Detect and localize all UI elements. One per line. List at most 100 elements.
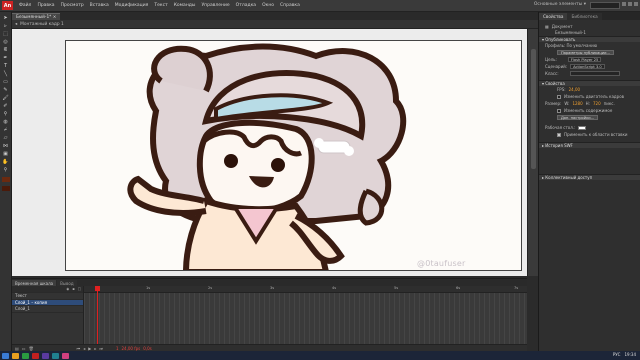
maximize-icon[interactable] [628, 2, 632, 6]
3d-rotation-icon[interactable]: ◎ [2, 39, 10, 45]
brush-tool-icon[interactable]: 🖌 [2, 95, 10, 101]
script-dropdown[interactable]: ActionScript 3.0 [570, 64, 605, 69]
app-icon[interactable] [42, 352, 49, 359]
apply-pasteboard-label: Применить к области вставки [564, 132, 628, 137]
camera-icon[interactable]: ▣ [2, 151, 10, 157]
os-taskbar: РУС 19:34 [0, 351, 640, 360]
menu-file[interactable]: Файл [16, 3, 34, 8]
hand-tool-icon[interactable]: ✋ [2, 159, 10, 165]
layer-name: Текст [15, 293, 27, 299]
scene-bar: ◂ Монтажный кадр 1 [12, 20, 538, 29]
fps-label: FPS: [557, 87, 566, 92]
menu-modify[interactable]: Модификация [112, 3, 152, 8]
size-row: Размер: W: 1280 H: 720 пикс. [539, 100, 640, 107]
script-row: Сценарий: ActionScript 3.0 [539, 63, 640, 70]
shared-access-header[interactable]: ▸ Коллективный доступ [539, 174, 640, 180]
explorer-icon[interactable] [12, 352, 19, 359]
width-tool-icon[interactable]: ⋈ [2, 143, 10, 149]
playhead[interactable] [97, 286, 98, 344]
apply-pasteboard-checkbox[interactable] [557, 132, 561, 137]
character-drawing [127, 43, 407, 270]
pen-tool-icon[interactable]: ✒ [2, 55, 10, 61]
tick-label: 7s [514, 286, 519, 290]
scrollbar-thumb[interactable] [531, 49, 536, 169]
selection-tool-icon[interactable]: ➤ [2, 15, 10, 21]
scale-content-checkbox[interactable] [557, 108, 561, 113]
menu-edit[interactable]: Правка [34, 3, 57, 8]
stage-canvas[interactable]: @0taufuser [65, 40, 522, 271]
menu-debug[interactable]: Отладка [233, 3, 259, 8]
tab-library[interactable]: Библиотека [567, 13, 602, 20]
close-icon[interactable] [634, 2, 638, 6]
search-input[interactable] [590, 2, 620, 9]
eye-icon[interactable]: ◉ [66, 287, 69, 291]
clock[interactable]: 19:34 [624, 352, 636, 357]
advanced-settings-button[interactable]: Доп. настройки... [557, 114, 599, 121]
workspace-switcher[interactable]: Основные элементы ▾ [534, 2, 586, 7]
publish-settings-row: Параметры публикации... [539, 49, 640, 56]
paint-brush-icon[interactable]: ✐ [2, 103, 10, 109]
text-tool-icon[interactable]: T [2, 63, 10, 69]
menu-control[interactable]: Управление [198, 3, 232, 8]
language-indicator[interactable]: РУС [613, 352, 621, 357]
stage-color-row: Рабочая стол.: [539, 124, 640, 131]
menu-text[interactable]: Текст [151, 3, 170, 8]
properties-panel: Свойства Библиотека ▦ Документ Безымянны… [538, 12, 640, 351]
layer-row[interactable]: Слой_1 [12, 306, 83, 313]
animate-icon[interactable] [32, 352, 39, 359]
menu-help[interactable]: Справка [277, 3, 303, 8]
subselection-tool-icon[interactable]: ▹ [2, 23, 10, 29]
fps-value[interactable]: 24,00 [569, 87, 580, 92]
browser-icon[interactable] [22, 352, 29, 359]
menu-window[interactable]: Окно [259, 3, 277, 8]
publish-settings-button[interactable]: Параметры публикации... [557, 49, 614, 56]
free-transform-icon[interactable]: ⬚ [2, 31, 10, 37]
bone-tool-icon[interactable]: ⚲ [2, 111, 10, 117]
height-value[interactable]: 720 [593, 101, 601, 106]
size-label: Размер: [545, 101, 562, 106]
outline-icon[interactable]: □ [78, 287, 81, 291]
line-tool-icon[interactable]: ╲ [2, 71, 10, 77]
scale-spans-row: Изменить двигатель кадров [539, 93, 640, 100]
scene-name[interactable]: Монтажный кадр 1 [20, 22, 64, 27]
target-dropdown[interactable]: Flash Player 25 [567, 57, 602, 62]
scale-spans-checkbox[interactable] [557, 94, 561, 99]
start-icon[interactable] [2, 352, 9, 359]
document-type-row: ▦ Документ [539, 20, 640, 29]
eyedropper-icon[interactable]: ⌿ [2, 127, 10, 133]
frames-grid[interactable]: 1s 2s 3s 4s 5s 6s 7s [84, 286, 527, 344]
lock-icon[interactable]: ▪ [72, 287, 74, 291]
width-value[interactable]: 1280 [572, 101, 582, 106]
layer-name: Слой_1 [15, 306, 30, 312]
apply-pasteboard-row: Применить к области вставки [539, 131, 640, 138]
stage-color-swatch[interactable] [578, 125, 587, 130]
rectangle-tool-icon[interactable]: ▭ [2, 79, 10, 85]
frame-ruler[interactable]: 1s 2s 3s 4s 5s 6s 7s [84, 286, 527, 293]
menu-commands[interactable]: Команды [171, 3, 199, 8]
app-icon[interactable] [52, 352, 59, 359]
menu-insert[interactable]: Вставка [87, 3, 112, 8]
pencil-tool-icon[interactable]: ✎ [2, 87, 10, 93]
width-label-w: W: [564, 101, 570, 106]
target-row: Цель: Flash Player 25 [539, 56, 640, 63]
stroke-color-swatch[interactable] [1, 177, 10, 182]
tab-properties[interactable]: Свойства [539, 13, 568, 20]
class-input[interactable] [569, 71, 620, 76]
tick-label: 2s [208, 286, 213, 290]
lasso-icon[interactable]: ᓬ [2, 47, 10, 53]
fill-color-swatch[interactable] [1, 186, 10, 191]
paint-bucket-icon[interactable]: ◍ [2, 119, 10, 125]
eraser-icon[interactable]: ▱ [2, 135, 10, 141]
menu-view[interactable]: Просмотр [58, 3, 87, 8]
minimize-icon[interactable] [622, 2, 626, 6]
vertical-scrollbar[interactable] [527, 29, 538, 276]
document-tab[interactable]: Безымянный-1* × [12, 13, 61, 20]
back-arrow-icon[interactable]: ◂ [15, 22, 17, 27]
advanced-row: Доп. настройки... [539, 114, 640, 121]
app-icon[interactable] [62, 352, 69, 359]
target-label: Цель: [545, 57, 557, 62]
profile-label: Профиль: По умолчанию [545, 43, 598, 48]
document-icon: ▦ [545, 23, 549, 29]
zoom-tool-icon[interactable]: ⚲ [2, 167, 10, 173]
